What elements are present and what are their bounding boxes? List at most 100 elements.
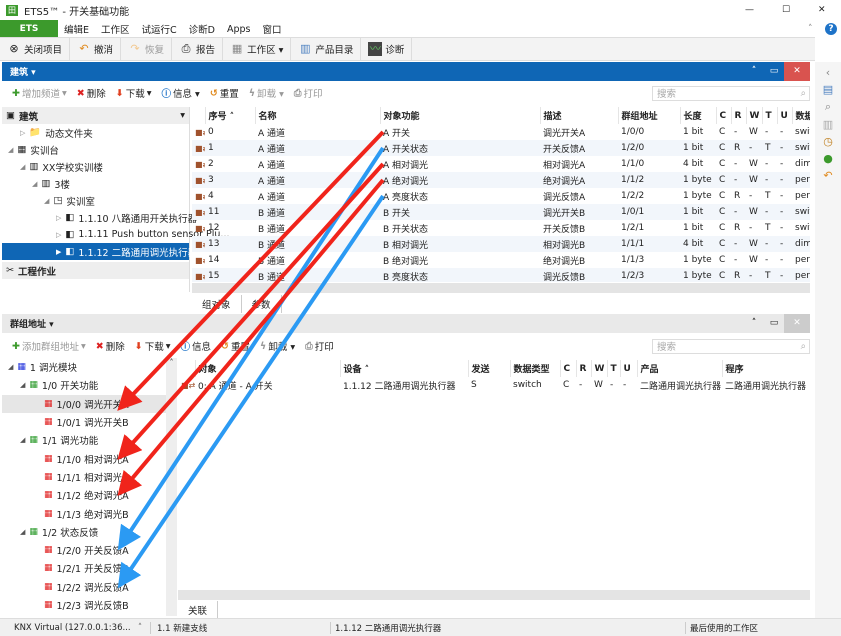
- table-row[interactable]: ■⇄3A 通道A 绝对调光绝对调光A1/1/21 byteC-W--perc: [192, 172, 810, 188]
- unload-button[interactable]: ϟ 卸载 ▾: [245, 86, 288, 101]
- tree-item[interactable]: ◢ ▦ 1/0 开关功能: [2, 376, 166, 394]
- expand-icon[interactable]: ▷: [20, 129, 25, 137]
- menu-commissioning[interactable]: 试运行C: [136, 22, 183, 36]
- tree-item[interactable]: ◢ ▥ XX学校实训楼: [2, 158, 189, 175]
- download-button[interactable]: ⬇ 下载 ▾: [131, 339, 175, 354]
- workspace-button[interactable]: ▦ 工作区 ▾: [223, 38, 292, 60]
- reset-button[interactable]: ↺ 重置: [217, 339, 254, 354]
- group-search-input[interactable]: 搜索 ⌕: [652, 338, 810, 354]
- column-header[interactable]: W: [746, 107, 763, 124]
- unload-button[interactable]: ϟ 卸载 ▾: [256, 339, 299, 354]
- close-button[interactable]: ✕: [818, 5, 826, 15]
- menu-workspace[interactable]: 工作区: [95, 22, 136, 36]
- expand-icon[interactable]: ◢: [20, 528, 25, 536]
- expand-icon[interactable]: ◢: [44, 197, 49, 205]
- status-expand-icon[interactable]: ˄: [130, 623, 150, 633]
- tree-item[interactable]: ▶ ◧ 1.1.12 二路通用调光执行器: [2, 243, 197, 260]
- chevron-down-icon[interactable]: ▾: [180, 110, 185, 121]
- expand-icon[interactable]: ▶: [56, 248, 61, 256]
- tree-item[interactable]: ◢ ▦ 实训台: [2, 141, 189, 158]
- diagnostics-button[interactable]: 〰诊断: [361, 38, 413, 60]
- column-header[interactable]: 发送: [468, 360, 511, 377]
- reset-button[interactable]: ↺ 重置: [206, 86, 243, 101]
- tree-item[interactable]: ▦ 1/0/0 调光开关A: [2, 394, 166, 413]
- column-header[interactable]: 描述: [540, 107, 619, 124]
- play-icon[interactable]: ●: [823, 152, 833, 165]
- expand-icon[interactable]: ◢: [8, 146, 13, 154]
- tab-associations[interactable]: 关联: [178, 601, 219, 619]
- panel-collapse-icon[interactable]: ˄: [744, 314, 764, 333]
- print-button[interactable]: ⎙ 打印: [301, 339, 338, 354]
- panel-collapse-icon[interactable]: ˄: [744, 62, 764, 81]
- report-button[interactable]: ⎙ 报告: [172, 38, 224, 60]
- help-icon[interactable]: ?: [825, 23, 837, 35]
- column-header[interactable]: 序号 ˄: [205, 107, 256, 124]
- column-header[interactable]: 程序: [722, 360, 810, 377]
- table-row[interactable]: ■⇄13B 通道B 相对调光相对调光B1/1/14 bitC-W--dimr: [192, 236, 810, 252]
- column-header[interactable]: 长度: [680, 107, 717, 124]
- table-row[interactable]: ■⇄0A 通道A 开关调光开关A1/0/01 bitC-W--switc: [192, 124, 810, 140]
- panel-close-icon[interactable]: ✕: [784, 314, 810, 333]
- search-icon[interactable]: ⌕: [825, 100, 831, 114]
- properties-icon[interactable]: ▤: [823, 83, 833, 96]
- table-row[interactable]: ■⇄2A 通道A 相对调光相对调光A1/1/04 bitC-W--dimr: [192, 156, 810, 172]
- download-button[interactable]: ⬇ 下载 ▾: [112, 86, 156, 101]
- info-button[interactable]: ⓘ 信息 ▾: [158, 86, 204, 100]
- column-header[interactable]: 产品: [637, 360, 723, 377]
- delete-button[interactable]: ✖ 删除: [73, 86, 110, 101]
- expand-icon[interactable]: ◢: [20, 163, 25, 171]
- redo-button[interactable]: ↷ 恢复: [121, 38, 173, 60]
- expand-icon[interactable]: ◢: [32, 180, 37, 188]
- column-header[interactable]: 对象: [195, 360, 341, 377]
- tree-item[interactable]: ◢ ◳ 实训室: [2, 192, 189, 209]
- expand-icon[interactable]: ◢: [8, 363, 13, 371]
- column-header[interactable]: 群组地址: [618, 107, 681, 124]
- building-panel-title[interactable]: 建筑 ▾: [10, 65, 36, 78]
- table-row[interactable]: ■⇄14B 通道B 绝对调光绝对调光B1/1/31 byteC-W--perc: [192, 252, 810, 268]
- table-row[interactable]: ■⇄ 0: A 通道 - A 开关 1.1.12 二路通用调光执行器 Sswitch C…: [178, 377, 810, 393]
- column-header[interactable]: T: [762, 107, 778, 124]
- column-header[interactable]: 数据类型: [510, 360, 561, 377]
- table-row[interactable]: ■⇄12B 通道B 开关状态开关反馈B1/2/11 bitCR-T-switc: [192, 220, 810, 236]
- tree-item[interactable]: ▷ ◧ 1.1.11 Push button sensor Plu...: [2, 226, 230, 243]
- menu-edit[interactable]: 编辑E: [58, 22, 95, 36]
- table-row[interactable]: ■⇄1A 通道A 开关状态开关反馈A1/2/01 bitCR-T-switc: [192, 140, 810, 156]
- horizontal-scrollbar[interactable]: [178, 590, 810, 600]
- group-panel-title[interactable]: 群组地址 ▾: [10, 317, 54, 330]
- tree-item[interactable]: ▦ 1/1/2 绝对调光A: [2, 486, 166, 504]
- vertical-scrollbar[interactable]: ˄: [166, 358, 177, 616]
- tree-item[interactable]: ▦ 1/1/1 相对调光B: [2, 468, 166, 486]
- table-row[interactable]: ■⇄15B 通道B 亮度状态调光反馈B1/2/31 byteCR-T-perc: [192, 268, 810, 282]
- column-header[interactable]: 对象功能: [380, 107, 541, 124]
- tree-item[interactable]: ▦ 1/2/0 开关反馈A: [2, 541, 166, 559]
- tree-item[interactable]: ▦ 1/2/3 调光反馈B: [2, 596, 166, 614]
- catalog-button[interactable]: ▥ 产品目录: [291, 38, 362, 60]
- ets-menu-button[interactable]: ETS: [0, 20, 58, 38]
- add-channel-button[interactable]: ✚ 增加频道 ▾: [8, 86, 71, 101]
- column-header[interactable]: R: [576, 360, 592, 377]
- horizontal-scrollbar[interactable]: [192, 283, 810, 293]
- column-header[interactable]: U: [620, 360, 638, 377]
- expand-icon[interactable]: ▷: [56, 214, 61, 222]
- maximize-button[interactable]: ☐: [782, 5, 790, 15]
- column-header[interactable]: C: [716, 107, 732, 124]
- panel-maximize-icon[interactable]: ▭: [764, 314, 784, 333]
- column-header[interactable]: 名称: [255, 107, 381, 124]
- panel-close-icon[interactable]: ✕: [784, 62, 810, 81]
- add-group-address-button[interactable]: ✚ 添加群组地址 ▾: [8, 339, 90, 354]
- expand-icon[interactable]: ▷: [56, 231, 61, 239]
- tree-item[interactable]: ◢ ▥ 3楼: [2, 175, 189, 192]
- connection-status[interactable]: KNX Virtual (127.0.0.1:36...: [0, 623, 131, 633]
- table-row[interactable]: ■⇄4A 通道A 亮度状态调光反馈A1/2/21 byteCR-T-perc: [192, 188, 810, 204]
- column-header[interactable]: U: [777, 107, 793, 124]
- column-header[interactable]: 数据: [792, 107, 810, 124]
- column-header[interactable]: W: [591, 360, 608, 377]
- expand-icon[interactable]: ◢: [20, 436, 25, 444]
- table-row[interactable]: ■⇄11B 通道B 开关调光开关B1/0/11 bitC-W--switc: [192, 204, 810, 220]
- project-work-section[interactable]: ✂ 工程作业: [2, 262, 189, 279]
- menu-window[interactable]: 窗口: [257, 22, 288, 36]
- column-header[interactable]: R: [731, 107, 747, 124]
- tree-item[interactable]: ◢ ▦ 1 调光模块: [2, 358, 166, 376]
- clipboard-icon[interactable]: ▥: [823, 118, 833, 131]
- undo-button[interactable]: ↶ 撤消: [70, 38, 122, 60]
